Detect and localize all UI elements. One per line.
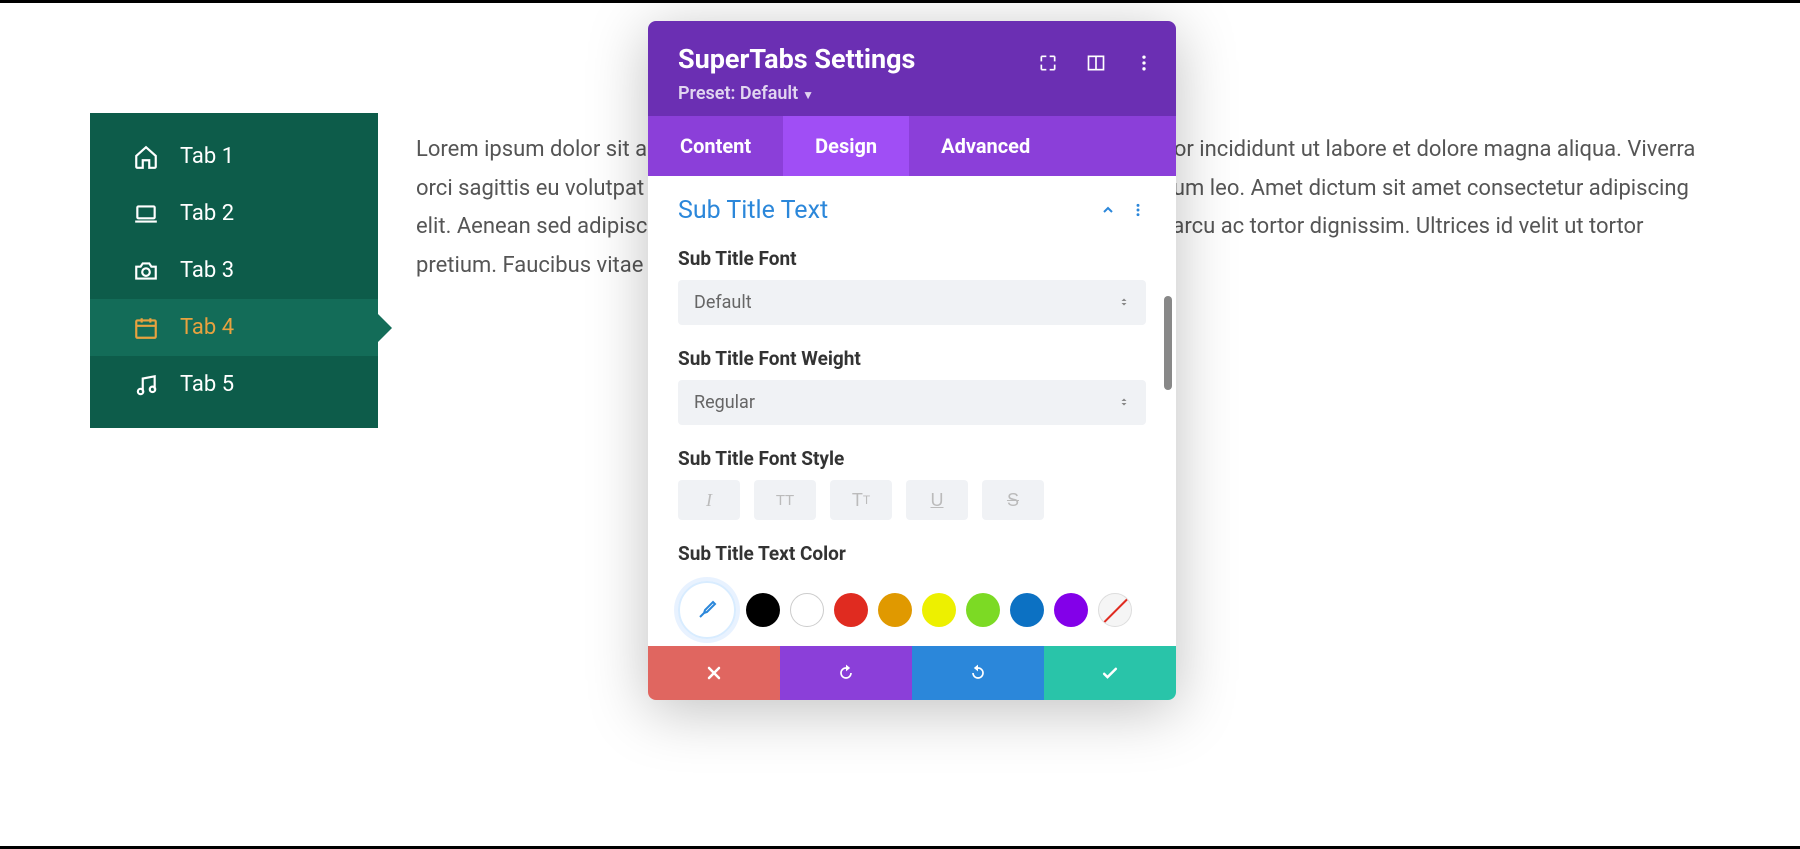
more-vert-icon[interactable] — [1130, 196, 1146, 225]
tab-design-settings[interactable]: Design — [783, 116, 909, 176]
tab-advanced-settings[interactable]: Advanced — [909, 116, 1062, 176]
section-title: Sub Title Text — [678, 196, 828, 225]
camera-icon — [132, 257, 160, 285]
wireframe-icon[interactable] — [1086, 53, 1106, 77]
color-swatch-purple[interactable] — [1054, 593, 1088, 627]
font-select[interactable]: Default — [678, 280, 1146, 325]
weight-value: Regular — [694, 392, 755, 413]
caret-down-icon: ▼ — [802, 88, 814, 102]
modal-footer — [648, 646, 1176, 700]
laptop-icon — [132, 200, 160, 228]
font-value: Default — [694, 292, 752, 313]
tab-content-settings[interactable]: Content — [648, 116, 783, 176]
italic-button[interactable]: I — [678, 480, 740, 520]
color-swatch-red[interactable] — [834, 593, 868, 627]
modal-tabs: Content Design Advanced — [648, 116, 1176, 176]
tab-1[interactable]: Tab 1 — [90, 128, 378, 185]
redo-button[interactable] — [912, 646, 1044, 700]
color-label: Sub Title Text Color — [678, 542, 1146, 565]
settings-modal: SuperTabs Settings Preset: Default▼ Cont… — [648, 21, 1176, 700]
scrollbar-thumb[interactable] — [1164, 296, 1172, 390]
chevron-up-icon[interactable] — [1100, 196, 1116, 225]
sort-icon — [1118, 392, 1130, 413]
color-swatch-orange[interactable] — [878, 593, 912, 627]
weight-select[interactable]: Regular — [678, 380, 1146, 425]
preset-label: Preset: Default — [678, 83, 798, 104]
color-swatch-yellow[interactable] — [922, 593, 956, 627]
smallcaps-button[interactable]: TT — [830, 480, 892, 520]
tab-label: Tab 2 — [180, 201, 234, 226]
strikethrough-button[interactable]: S — [982, 480, 1044, 520]
uppercase-button[interactable]: TT — [754, 480, 816, 520]
tab-label: Tab 1 — [180, 144, 234, 169]
cancel-button[interactable] — [648, 646, 780, 700]
eyedropper-button[interactable] — [678, 581, 736, 639]
color-swatch-none[interactable] — [1098, 593, 1132, 627]
home-icon — [132, 143, 160, 171]
tab-label: Tab 5 — [180, 372, 234, 397]
preset-selector[interactable]: Preset: Default ▼ — [678, 83, 1146, 104]
modal-body: Sub Title Text Sub Title Font Default Su… — [648, 176, 1176, 646]
weight-label: Sub Title Font Weight — [678, 347, 1146, 370]
underline-button[interactable]: U — [906, 480, 968, 520]
sort-icon — [1118, 292, 1130, 313]
color-swatch-black[interactable] — [746, 593, 780, 627]
font-label: Sub Title Font — [678, 247, 1146, 270]
expand-icon[interactable] — [1038, 53, 1058, 77]
tab-2[interactable]: Tab 2 — [90, 185, 378, 242]
calendar-icon — [132, 314, 160, 342]
tab-label: Tab 4 — [180, 315, 234, 340]
more-vert-icon[interactable] — [1134, 53, 1154, 77]
color-swatch-blue[interactable] — [1010, 593, 1044, 627]
tab-label: Tab 3 — [180, 258, 234, 283]
modal-header[interactable]: SuperTabs Settings Preset: Default▼ — [648, 21, 1176, 116]
vertical-tabs: Tab 1 Tab 2 Tab 3 Tab 4 Tab 5 — [90, 113, 378, 428]
tab-3[interactable]: Tab 3 — [90, 242, 378, 299]
undo-button[interactable] — [780, 646, 912, 700]
color-swatch-green[interactable] — [966, 593, 1000, 627]
save-button[interactable] — [1044, 646, 1176, 700]
section-header[interactable]: Sub Title Text — [678, 196, 1146, 225]
tab-4[interactable]: Tab 4 — [90, 299, 378, 356]
style-label: Sub Title Font Style — [678, 447, 1146, 470]
music-icon — [132, 371, 160, 399]
color-swatch-white[interactable] — [790, 593, 824, 627]
tab-5[interactable]: Tab 5 — [90, 356, 378, 413]
